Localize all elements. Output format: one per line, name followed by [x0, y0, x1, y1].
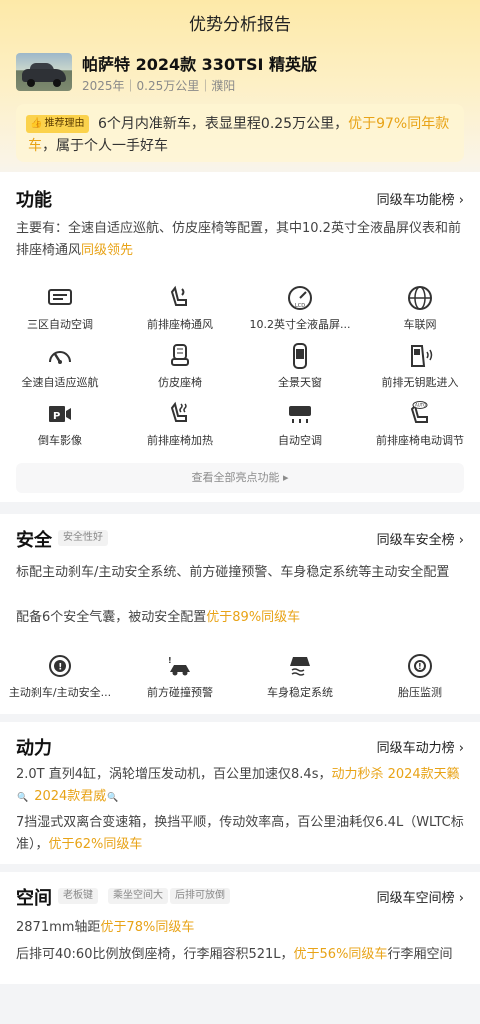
space-wheelbase-text: 2871mm轴距优于78%同级车 — [16, 920, 195, 935]
safety-feature-item[interactable]: ! 主动刹车/主动安全... — [0, 648, 120, 704]
function-title: 功能 — [16, 190, 52, 211]
svg-text:LCD: LCD — [295, 303, 305, 309]
auto-ac-icon — [286, 400, 314, 428]
feature-item[interactable]: 前排座椅通风 — [120, 280, 240, 336]
feature-item-label: 全速自适应巡航 — [21, 376, 99, 389]
power-transmission-text: 7挡湿式双离合变速箱，换挡平顺，传动效率高，百公里油耗仅6.4L（WLTC标准）… — [16, 815, 464, 852]
tire-pressure-icon: ! — [406, 652, 434, 680]
stability-control-icon — [286, 652, 314, 680]
feature-item-label: 全景天窗 — [278, 376, 322, 389]
space-card: 空间 老板键 乘坐空间大 后排可放倒 同级车空间榜 › 2871mm轴距优于78… — [0, 872, 480, 984]
search-icon: 🔍 — [17, 793, 29, 803]
feature-item[interactable]: 仿皮座椅 — [120, 338, 240, 394]
safety-feature-item-label: 前方碰撞预警 — [147, 686, 213, 699]
keyless-entry-icon — [406, 342, 434, 370]
feature-item[interactable]: 自动空调 — [240, 396, 360, 452]
seat-heating-icon — [166, 400, 194, 428]
function-description: 主要有：全速自适应巡航、仿皮座椅等配置，其中10.2英寸全液晶屏仪表和前排座椅通… — [16, 221, 461, 258]
feature-item-label: 10.2英寸全液晶屏... — [249, 318, 351, 331]
svg-text:P: P — [53, 411, 60, 422]
view-all-features-button[interactable]: 查看全部亮点功能 ▸ — [16, 463, 464, 493]
safety-airbag-text: 配备6个安全气囊，被动安全配置优于89%同级车 — [16, 610, 301, 625]
collision-warning-icon: ! — [166, 652, 194, 680]
feature-item[interactable]: 车联网 — [360, 280, 480, 336]
feature-item-label: 车联网 — [403, 318, 437, 331]
feature-item-label: 三区自动空调 — [27, 318, 93, 331]
safety-feature-item[interactable]: 车身稳定系统 — [240, 648, 360, 704]
feature-item[interactable]: 全景天窗 — [240, 338, 360, 394]
power-title: 动力 — [16, 738, 52, 759]
car-meta: 2025年｜0.25万公里｜濮阳 — [82, 79, 236, 93]
space-trunk-text: 后排可40:60比例放倒座椅，行李厢容积521L，优于56%同级车行李厢空间 — [16, 947, 453, 962]
car-header: 帕萨特 2024款 330TSI 精英版 2025年｜0.25万公里｜濮阳 — [16, 50, 464, 94]
feature-item-label: 前排无钥匙进入 — [381, 376, 459, 389]
power-card: 动力 同级车动力榜 › 2.0T 直列4缸，涡轮增压发动机，百公里加速仅8.4s… — [0, 722, 480, 864]
power-rank-link[interactable]: 同级车动力榜 › — [377, 737, 464, 756]
safety-feature-item[interactable]: ! 胎压监测 — [360, 648, 480, 704]
svg-text:!: ! — [168, 656, 172, 665]
car-thumbnail[interactable] — [16, 53, 72, 91]
safety-description: 标配主动刹车/主动安全系统、前方碰撞预警、车身稳定系统等主动安全配置 — [16, 565, 450, 580]
car-name: 帕萨特 2024款 330TSI 精英版 — [82, 55, 318, 74]
power-engine-text: 2.0T 直列4缸，涡轮增压发动机，百公里加速仅8.4s，动力秒杀 2024款天… — [16, 767, 460, 804]
feature-item[interactable]: P 倒车影像 — [0, 396, 120, 452]
feature-item-label: 自动空调 — [278, 434, 322, 447]
leather-seat-icon — [166, 342, 194, 370]
feature-item[interactable]: 前排座椅加热 — [120, 396, 240, 452]
feature-item-label: 前排座椅电动调节 — [376, 434, 464, 447]
safety-rank-link[interactable]: 同级车安全榜 › — [377, 529, 464, 548]
climate-zone-icon — [46, 284, 74, 312]
feature-item[interactable]: 前排无钥匙进入 — [360, 338, 480, 394]
panoramic-sunroof-icon — [286, 342, 314, 370]
feature-item-label: 仿皮座椅 — [158, 376, 202, 389]
safety-card: 安全 安全性好 同级车安全榜 › 标配主动刹车/主动安全系统、前方碰撞预警、车身… — [0, 514, 480, 714]
lcd-dashboard-icon: LCD — [286, 284, 314, 312]
safety-chip: 安全性好 — [58, 530, 108, 546]
space-chip: 老板键 — [58, 888, 98, 904]
svg-text:!: ! — [418, 662, 422, 671]
reverse-camera-icon: P — [46, 400, 74, 428]
connected-car-icon — [406, 284, 434, 312]
search-icon: 🔍 — [107, 793, 119, 803]
active-brake-icon: ! — [46, 652, 74, 680]
rival-link-tianlai[interactable]: 动力秒杀 2024款天籁 — [331, 767, 459, 782]
safety-feature-item[interactable]: ! 前方碰撞预警 — [120, 648, 240, 704]
recommend-reason-box: 👍 推荐理由 6个月内准新车，表显里程0.25万公里，优于97%同年款车，属于个人… — [16, 104, 464, 162]
recommend-reason-text: 6个月内准新车，表显里程0.25万公里，优于97%同年款车，属于个人一手好车 — [28, 116, 450, 154]
feature-item-label: 前排座椅通风 — [147, 318, 213, 331]
function-card: 功能 同级车功能榜 › 主要有：全速自适应巡航、仿皮座椅等配置，其中10.2英寸… — [0, 172, 480, 502]
feature-item[interactable]: AUTO 前排座椅电动调节 — [360, 396, 480, 452]
rival-link-junwei[interactable]: 2024款君威 — [34, 789, 106, 804]
feature-item-label: 倒车影像 — [38, 434, 82, 447]
space-rank-link[interactable]: 同级车空间榜 › — [377, 887, 464, 906]
feature-item[interactable]: LCD 10.2英寸全液晶屏... — [240, 280, 360, 336]
adaptive-cruise-icon — [46, 342, 74, 370]
safety-feature-item-label: 主动刹车/主动安全... — [8, 686, 112, 699]
space-title: 空间 — [16, 888, 52, 909]
safety-title: 安全 — [16, 530, 52, 551]
feature-item[interactable]: 三区自动空调 — [0, 280, 120, 336]
space-chip: 后排可放倒 — [170, 888, 230, 904]
space-chip: 乘坐空间大 — [108, 888, 168, 904]
safety-feature-item-label: 车身稳定系统 — [267, 686, 333, 699]
function-rank-link[interactable]: 同级车功能榜 › — [377, 189, 464, 208]
power-seat-icon: AUTO — [406, 400, 434, 428]
svg-text:!: ! — [58, 663, 62, 673]
safety-feature-item-label: 胎压监测 — [398, 686, 442, 699]
feature-item-label: 前排座椅加热 — [147, 434, 213, 447]
svg-text:AUTO: AUTO — [415, 403, 426, 408]
seat-ventilation-icon — [166, 284, 194, 312]
page-title: 优势分析报告 — [189, 15, 291, 35]
feature-item[interactable]: 全速自适应巡航 — [0, 338, 120, 394]
